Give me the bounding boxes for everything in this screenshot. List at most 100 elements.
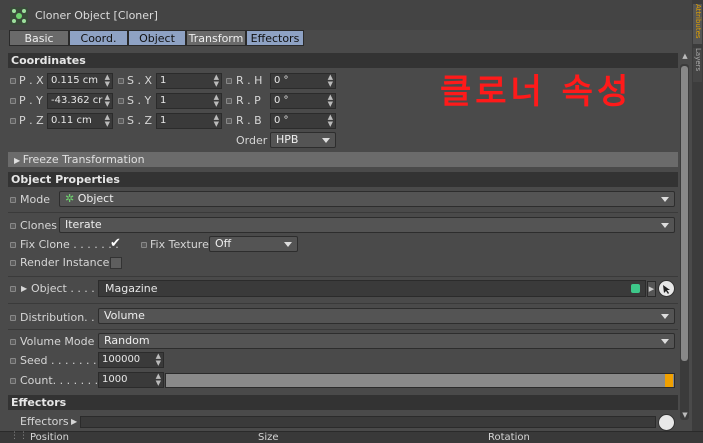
render-instances-checkbox[interactable] xyxy=(110,257,122,269)
side-tab-attributes[interactable]: Attributes xyxy=(693,4,702,44)
link-menu-button[interactable]: ▶ xyxy=(647,281,656,297)
keyframe-dot[interactable] xyxy=(10,358,16,364)
pz-field[interactable]: 0.11 cm ▲ ▼ xyxy=(47,113,113,129)
position-label: Position xyxy=(30,432,69,443)
keyframe-dot[interactable] xyxy=(141,242,147,248)
keyframe-dot[interactable] xyxy=(10,223,16,229)
divider xyxy=(8,276,678,277)
sx-label: S . X xyxy=(127,74,153,87)
pz-label: P . Z xyxy=(19,114,44,127)
side-tab-panel: Attributes Layers xyxy=(692,0,703,443)
distribution-dropdown[interactable]: Volume xyxy=(98,308,675,324)
keyframe-dot[interactable] xyxy=(226,98,232,104)
sx-field[interactable]: 1 ▲ ▼ xyxy=(156,73,222,89)
scroll-down-icon[interactable]: ▼ xyxy=(681,411,689,421)
px-field[interactable]: 0.115 cm ▲ ▼ xyxy=(47,73,113,89)
chevron-down-icon xyxy=(284,242,292,247)
keyframe-dot[interactable] xyxy=(118,98,124,104)
fix-clone-checkbox[interactable]: ✔ xyxy=(110,236,121,251)
tab-coord[interactable]: Coord. xyxy=(69,30,128,46)
order-dropdown[interactable]: HPB xyxy=(270,132,336,148)
size-label: Size xyxy=(258,432,279,443)
scroll-up-icon[interactable]: ▲ xyxy=(681,52,689,62)
distribution-label: Distribution. . xyxy=(20,311,95,324)
cloner-icon xyxy=(10,7,28,25)
tab-effectors[interactable]: Effectors xyxy=(246,30,304,46)
count-slider-handle[interactable] xyxy=(665,374,673,387)
chevron-down-icon xyxy=(661,339,669,344)
mode-label: Mode xyxy=(20,193,50,206)
triangle-right-icon[interactable]: ▶ xyxy=(71,414,77,429)
keyframe-dot[interactable] xyxy=(10,118,16,124)
sz-label: S . Z xyxy=(127,114,153,127)
triangle-right-icon: ▶ xyxy=(14,156,23,165)
order-label: Order xyxy=(236,134,268,147)
fix-clone-label: Fix Clone . . . . . . . xyxy=(20,238,119,251)
rh-label: R . H xyxy=(236,74,263,87)
keyframe-dot[interactable] xyxy=(10,260,16,266)
pick-effector-icon[interactable] xyxy=(658,414,675,431)
object-label: Object . . . . xyxy=(31,282,95,295)
triangle-right-icon[interactable]: ▶ xyxy=(21,281,27,296)
seed-field[interactable]: 100000 ▲ ▼ xyxy=(98,352,164,368)
divider xyxy=(8,212,678,213)
py-field[interactable]: -43.362 cr ▲ ▼ xyxy=(47,93,113,109)
scrollbar-thumb[interactable] xyxy=(681,66,688,361)
render-instances-label: Render Instances xyxy=(20,256,116,269)
keyframe-dot[interactable] xyxy=(10,286,16,292)
cloner-icon: ✲ xyxy=(65,192,78,205)
keyframe-dot[interactable] xyxy=(10,339,16,345)
keyframe-dot[interactable] xyxy=(118,118,124,124)
seed-label: Seed . . . . . . . xyxy=(20,354,97,367)
effectors-list[interactable] xyxy=(80,416,656,428)
divider xyxy=(8,329,678,330)
tab-object[interactable]: Object xyxy=(128,30,186,46)
sy-label: S . Y xyxy=(127,94,152,107)
chevron-down-icon xyxy=(661,197,669,202)
tab-transform[interactable]: Transform xyxy=(186,30,246,46)
keyframe-dot[interactable] xyxy=(10,78,16,84)
count-label: Count. . . . . . . xyxy=(20,374,99,387)
tab-bar: Basic Coord. Object Transform Effectors xyxy=(9,30,304,46)
volume-mode-dropdown[interactable]: Random xyxy=(98,333,675,349)
side-tab-layers[interactable]: Layers xyxy=(693,48,702,82)
count-slider[interactable] xyxy=(165,373,675,388)
rb-field[interactable]: 0 ° ▲ ▼ xyxy=(270,113,336,129)
chevron-down-icon xyxy=(661,314,669,319)
mode-dropdown[interactable]: ✲ Object xyxy=(59,191,675,207)
attribute-header: Cloner Object [Cloner] xyxy=(0,0,692,30)
keyframe-dot[interactable] xyxy=(10,197,16,203)
rp-label: R . P xyxy=(236,94,261,107)
sy-field[interactable]: 1 ▲ ▼ xyxy=(156,93,222,109)
chevron-down-icon xyxy=(322,138,330,143)
keyframe-dot[interactable] xyxy=(10,378,16,384)
divider xyxy=(8,303,678,304)
rb-label: R . B xyxy=(236,114,262,127)
grip-icon[interactable]: ⋮⋮ xyxy=(10,429,28,443)
keyframe-dot[interactable] xyxy=(10,242,16,248)
py-label: P . Y xyxy=(19,94,43,107)
rotation-label: Rotation xyxy=(488,432,530,443)
keyframe-dot[interactable] xyxy=(226,118,232,124)
rh-field[interactable]: 0 ° ▲ ▼ xyxy=(270,73,336,89)
keyframe-dot[interactable] xyxy=(10,98,16,104)
freeze-transformation-group[interactable]: ▶ Freeze Transformation xyxy=(8,152,678,167)
pick-object-icon[interactable] xyxy=(658,280,675,297)
section-object-properties: Object Properties xyxy=(8,172,678,187)
px-label: P . X xyxy=(19,74,44,87)
clones-dropdown[interactable]: Iterate xyxy=(59,217,675,233)
rp-field[interactable]: 0 ° ▲ ▼ xyxy=(270,93,336,109)
freeze-label: Freeze Transformation xyxy=(22,153,145,166)
keyframe-dot[interactable] xyxy=(226,78,232,84)
section-coordinates: Coordinates xyxy=(8,53,678,68)
window-title: Cloner Object [Cloner] xyxy=(35,9,158,22)
keyframe-dot[interactable] xyxy=(10,315,16,321)
keyframe-dot[interactable] xyxy=(118,78,124,84)
sz-field[interactable]: 1 ▲ ▼ xyxy=(156,113,222,129)
tab-basic[interactable]: Basic xyxy=(9,30,69,46)
object-link-field[interactable]: Magazine xyxy=(98,280,646,297)
effectors-label: Effectors xyxy=(20,415,69,428)
count-field[interactable]: 1000 ▲ ▼ xyxy=(98,372,164,388)
section-effectors: Effectors xyxy=(8,395,678,410)
fix-texture-dropdown[interactable]: Off xyxy=(209,236,298,252)
